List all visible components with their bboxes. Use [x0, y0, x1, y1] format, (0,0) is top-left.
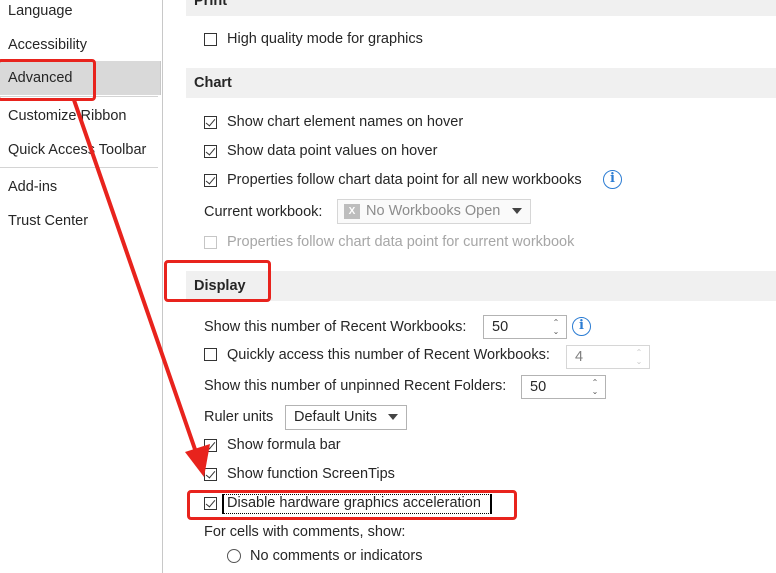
formula-bar-label[interactable]: Show formula bar [227, 437, 341, 453]
chart-data-values-checkbox[interactable] [204, 145, 217, 158]
quick-access-spinner[interactable]: 4 ⌃ ⌄ [566, 345, 650, 369]
sidebar-item-accessibility[interactable]: Accessibility [0, 28, 161, 62]
recent-workbooks-spinner[interactable]: 50 ⌃ ⌄ [483, 315, 567, 339]
quick-access-value: 4 [575, 349, 584, 365]
dropdown-chevron-icon [388, 414, 398, 420]
no-comments-label[interactable]: No comments or indicators [250, 548, 422, 564]
follow-all-workbooks-label[interactable]: Properties follow chart data point for a… [227, 172, 582, 188]
sidebar-item-trust-center[interactable]: Trust Center [0, 204, 161, 238]
section-header-display: Display [186, 271, 776, 301]
excel-icon: X [344, 204, 360, 219]
recent-folders-spinner[interactable]: 50 ⌃ ⌄ [521, 375, 606, 399]
spinner-arrows-icon[interactable]: ⌃ ⌄ [550, 318, 562, 336]
info-icon[interactable]: i [603, 170, 622, 189]
ruler-units-dropdown[interactable]: Default Units [285, 405, 407, 430]
disable-hw-acceleration-label[interactable]: Disable hardware graphics acceleration [227, 495, 481, 511]
current-workbook-value: No Workbooks Open [366, 203, 501, 219]
comments-label: For cells with comments, show: [204, 524, 406, 540]
sidebar-divider [0, 167, 158, 168]
follow-current-workbook-checkbox[interactable] [204, 236, 217, 249]
section-header-chart: Chart [186, 68, 776, 98]
recent-folders-label: Show this number of unpinned Recent Fold… [204, 378, 507, 394]
ruler-units-label: Ruler units [204, 409, 274, 425]
spinner-arrows-icon[interactable]: ⌃ ⌄ [633, 348, 645, 366]
chart-data-values-label[interactable]: Show data point values on hover [227, 143, 437, 159]
sidebar-item-language[interactable]: Language [0, 0, 161, 28]
sidebar-item-quick-access-toolbar[interactable]: Quick Access Toolbar [0, 133, 161, 167]
sidebar-item-customize-ribbon[interactable]: Customize Ribbon [0, 99, 161, 133]
spinner-arrows-icon[interactable]: ⌃ ⌄ [589, 378, 601, 396]
current-workbook-dropdown[interactable]: X No Workbooks Open [337, 199, 531, 224]
sidebar-border [162, 0, 163, 573]
info-icon[interactable]: i [572, 317, 591, 336]
disable-hw-acceleration-checkbox[interactable] [204, 497, 217, 510]
recent-workbooks-label: Show this number of Recent Workbooks: [204, 319, 467, 335]
options-sidebar: Language Accessibility Advanced Customiz… [0, 0, 162, 573]
follow-all-workbooks-checkbox[interactable] [204, 174, 217, 187]
current-workbook-label: Current workbook: [204, 204, 323, 220]
high-quality-checkbox[interactable] [204, 33, 217, 46]
chart-element-names-checkbox[interactable] [204, 116, 217, 129]
text-cursor [222, 494, 224, 514]
follow-current-workbook-label[interactable]: Properties follow chart data point for c… [227, 234, 574, 250]
sidebar-item-advanced[interactable]: Advanced [0, 61, 161, 95]
recent-workbooks-value: 50 [492, 319, 509, 335]
section-header-print: Print [186, 0, 776, 16]
formula-bar-checkbox[interactable] [204, 439, 217, 452]
quick-access-label[interactable]: Quickly access this number of Recent Wor… [227, 347, 550, 363]
quick-access-checkbox[interactable] [204, 348, 217, 361]
chart-element-names-label[interactable]: Show chart element names on hover [227, 114, 463, 130]
dropdown-chevron-icon [512, 208, 522, 214]
text-cursor [490, 494, 492, 514]
high-quality-label[interactable]: High quality mode for graphics [227, 31, 423, 47]
screentips-checkbox[interactable] [204, 468, 217, 481]
recent-folders-value: 50 [530, 379, 547, 395]
sidebar-divider [0, 96, 158, 97]
screentips-label[interactable]: Show function ScreenTips [227, 466, 395, 482]
sidebar-item-add-ins[interactable]: Add-ins [0, 170, 161, 204]
ruler-units-value: Default Units [294, 409, 378, 425]
no-comments-radio[interactable] [227, 549, 241, 563]
